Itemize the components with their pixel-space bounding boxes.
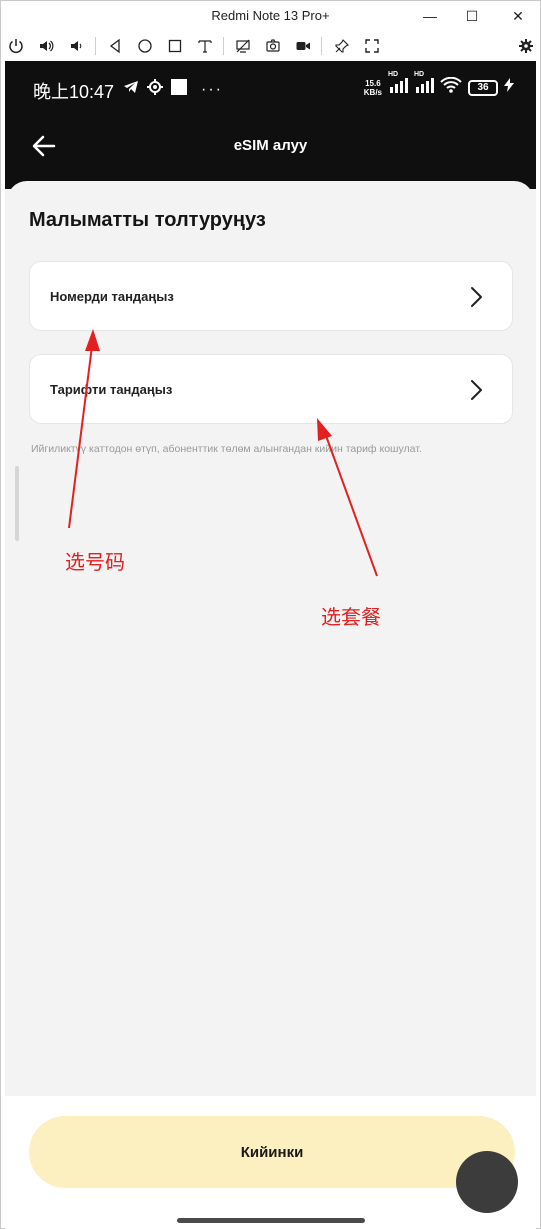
- minimize-button[interactable]: —: [419, 5, 441, 27]
- page-title: eSIM алуу: [233, 137, 308, 154]
- status-left-icons: ···: [123, 79, 223, 100]
- telegram-icon: [123, 80, 139, 99]
- screen-off-icon[interactable]: [232, 35, 254, 57]
- back-triangle-icon[interactable]: [104, 35, 126, 57]
- toolbar-divider: [223, 37, 224, 55]
- select-number-label: Номерди тандаңыз: [50, 288, 174, 304]
- speed-value: 15.6: [365, 78, 381, 88]
- close-button[interactable]: ✕: [507, 5, 529, 27]
- speed-unit: KB/s: [363, 87, 382, 97]
- status-bar: 晚上10:47 ··· 15.6 KB/s HD HD 36: [5, 61, 536, 113]
- scroll-indicator[interactable]: [15, 466, 19, 541]
- home-circle-icon[interactable]: [134, 35, 156, 57]
- select-tariff-label: Тарифти тандаңыз: [50, 381, 173, 397]
- square-notification-icon: [171, 79, 187, 100]
- power-icon[interactable]: [5, 35, 27, 57]
- battery-icon: 36: [468, 79, 498, 96]
- volume-up-icon[interactable]: [35, 35, 57, 57]
- fullscreen-icon[interactable]: [361, 35, 383, 57]
- chevron-right-icon: [471, 287, 482, 307]
- tariff-hint-text: Ийгиликтүү каттодон өтүп, абоненттик төл…: [31, 443, 422, 455]
- bottom-action-bar: Кийинки: [5, 1096, 536, 1229]
- select-tariff-row[interactable]: Тарифти тандаңыз: [29, 354, 513, 424]
- maximize-button[interactable]: ☐: [461, 5, 483, 27]
- wifi-icon: [440, 76, 462, 98]
- volume-down-icon[interactable]: [65, 35, 87, 57]
- screenshot-icon[interactable]: [262, 35, 284, 57]
- charging-icon: [504, 78, 514, 97]
- nav-bar: eSIM алуу: [5, 121, 536, 181]
- battery-level: 36: [477, 82, 489, 93]
- annotation-select-plan: 选套餐: [321, 607, 381, 629]
- network-speed: 15.6 KB/s: [364, 79, 382, 97]
- app-header: 晚上10:47 ··· 15.6 KB/s HD HD 36 eSIM алуу: [5, 61, 536, 189]
- pin-icon[interactable]: [331, 35, 353, 57]
- status-time: 晚上10:47: [33, 82, 115, 102]
- toolbar-divider: [321, 37, 322, 55]
- floating-assist-ball[interactable]: [456, 1151, 518, 1213]
- home-indicator[interactable]: [177, 1218, 365, 1223]
- more-dots-icon: ···: [201, 80, 223, 98]
- hd-badge: HD: [388, 71, 399, 78]
- signal-icon: HD: [388, 71, 408, 98]
- form-title: Малыматты толтуруңуз: [29, 209, 266, 231]
- select-number-row[interactable]: Номерди тандаңыз: [29, 261, 513, 331]
- title-bar: Redmi Note 13 Pro+ — ☐ ✕: [1, 1, 540, 31]
- toolbar-divider: [95, 37, 96, 55]
- status-right-icons: 15.6 KB/s HD HD 36: [364, 71, 514, 98]
- text-input-icon[interactable]: [194, 35, 216, 57]
- settings-gear-icon[interactable]: [515, 35, 537, 57]
- annotation-select-number: 选号码: [65, 552, 125, 574]
- phone-screen: 晚上10:47 ··· 15.6 KB/s HD HD 36 eSIM алуу…: [5, 61, 536, 1229]
- window-title: Redmi Note 13 Pro+: [211, 8, 330, 23]
- recent-square-icon[interactable]: [164, 35, 186, 57]
- gear-status-icon: [147, 79, 163, 100]
- record-icon[interactable]: [292, 35, 314, 57]
- signal-icon: HD: [414, 71, 434, 98]
- next-button[interactable]: Кийинки: [29, 1116, 515, 1188]
- emulator-toolbar: [1, 31, 540, 61]
- chevron-right-icon: [471, 380, 482, 400]
- emulator-window: Redmi Note 13 Pro+ — ☐ ✕ 晚上10:47 ··· 15.…: [0, 0, 541, 1229]
- hd-badge: HD: [414, 71, 425, 78]
- form-sheet: Малыматты толтуруңуз Номерди тандаңыз Та…: [7, 181, 534, 1229]
